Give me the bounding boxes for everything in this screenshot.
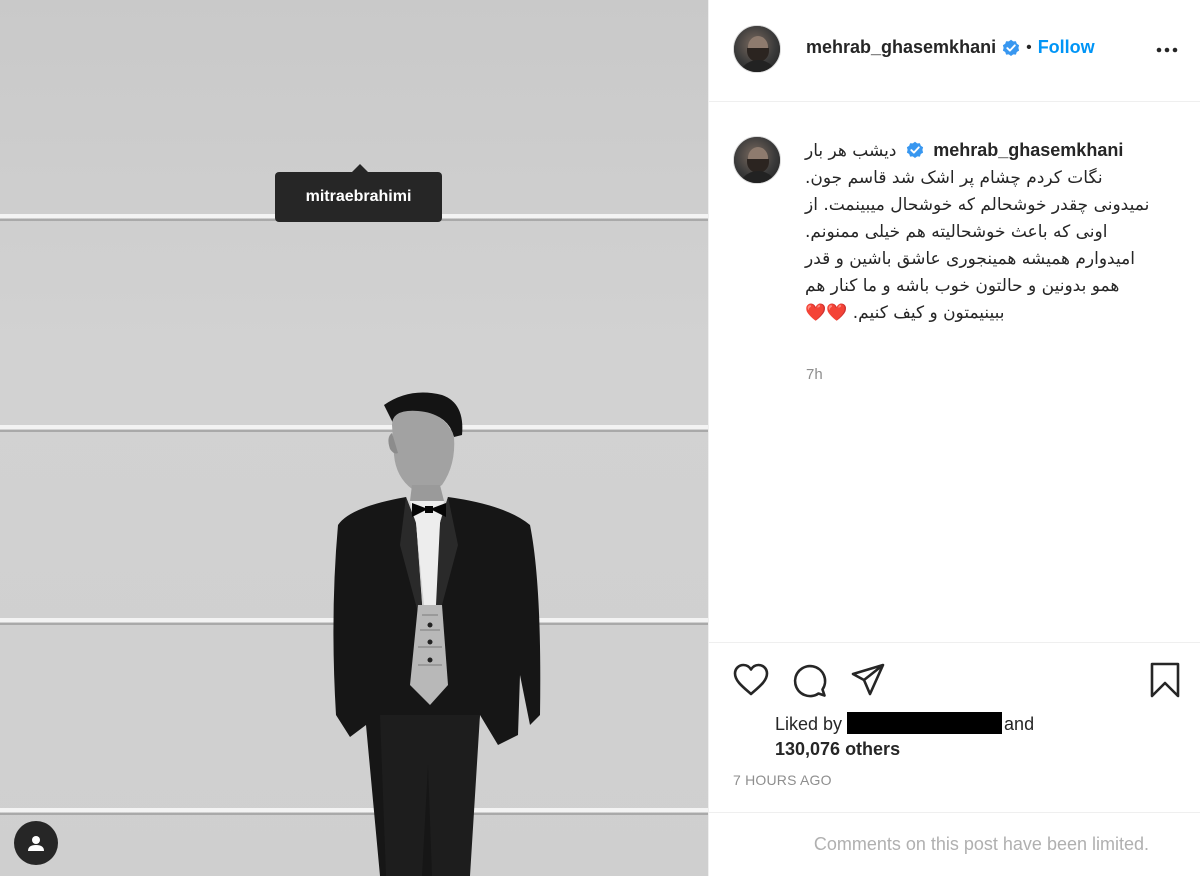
liked-by-label: Liked by (775, 714, 843, 734)
post-photo[interactable]: mitraebrahimi (0, 0, 708, 876)
likes-count[interactable]: 130,076 others (775, 739, 900, 759)
comments-limited-notice: Comments on this post have been limited. (709, 812, 1200, 876)
heart-icon (733, 663, 769, 696)
author-username[interactable]: mehrab_ghasemkhani (806, 37, 996, 58)
comments-limited-text: Comments on this post have been limited. (813, 834, 1149, 854)
share-button[interactable] (848, 660, 888, 700)
post-timestamp[interactable]: 7 HOURS AGO (733, 772, 832, 788)
caption-author-username[interactable]: mehrab_ghasemkhani (933, 140, 1123, 160)
share-icon (851, 663, 885, 696)
author-avatar[interactable] (733, 25, 781, 73)
tagged-username: mitraebrahimi (305, 188, 412, 205)
tagged-user-tooltip[interactable]: mitraebrahimi (275, 164, 442, 222)
caption-author-avatar[interactable] (733, 136, 781, 184)
show-tags-button[interactable] (14, 821, 58, 865)
post-caption: mehrab_ghasemkhani دیشب هر بار نگات کردم… (805, 137, 1161, 327)
comment-button[interactable] (789, 660, 829, 700)
verified-badge-icon (906, 141, 923, 158)
liked-by-and: and (1004, 714, 1035, 734)
redacted-username (847, 712, 1003, 734)
save-button[interactable] (1145, 660, 1185, 700)
caption-timestamp[interactable]: 7h (806, 366, 823, 383)
caption-body: دیشب هر بار نگات کردم چشام پر اشک شد قاس… (805, 141, 1150, 323)
verified-badge-icon (1002, 39, 1020, 56)
post-header: mehrab_ghasemkhani • Follow (709, 0, 1200, 102)
likes-summary: Liked by and 130,076 others (775, 712, 1034, 762)
bookmark-icon (1150, 662, 1180, 698)
follow-button[interactable]: Follow (1038, 37, 1095, 58)
caption-emoji: ❤️❤️ (805, 303, 848, 323)
post-sidebar: mehrab_ghasemkhani • Follow mehrab_ghase… (708, 0, 1200, 876)
like-button[interactable] (731, 660, 771, 700)
header-meta: mehrab_ghasemkhani • Follow (806, 37, 1095, 58)
user-tag-icon (28, 836, 44, 851)
person-figure (333, 392, 541, 876)
header-separator: • (1026, 38, 1032, 56)
more-options-icon[interactable] (1156, 42, 1178, 58)
comment-icon (793, 664, 827, 698)
